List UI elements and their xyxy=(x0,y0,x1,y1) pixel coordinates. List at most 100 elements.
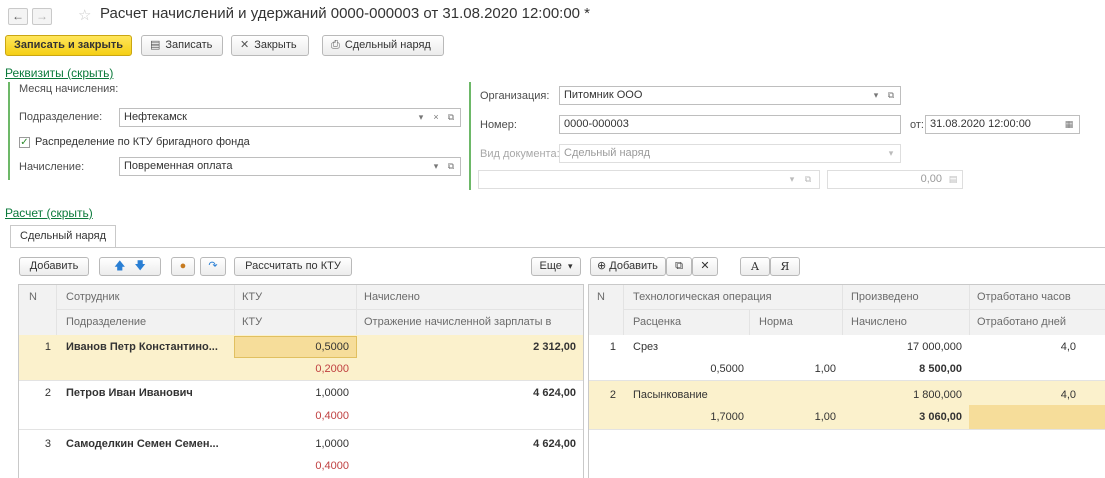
col-employee[interactable]: Сотрудник xyxy=(66,286,119,308)
op-row-1-hours[interactable]: 4,0 xyxy=(969,337,1076,357)
division-value: Нефтекамск xyxy=(124,111,187,123)
table-row-3-accrued[interactable]: 4 624,00 xyxy=(356,434,576,454)
op-row-2-accrued[interactable]: 3 060,00 xyxy=(842,407,962,427)
accrual-value: Повременная оплата xyxy=(124,160,233,172)
col-n[interactable]: N xyxy=(29,286,37,308)
more-button[interactable]: Еще ▾ xyxy=(531,257,581,276)
op-row-2-rate[interactable]: 1,7000 xyxy=(623,407,744,427)
op-row-2-hours[interactable]: 4,0 xyxy=(969,385,1076,405)
op-row-2-norm[interactable]: 1,00 xyxy=(749,407,836,427)
col-n[interactable]: N xyxy=(597,286,605,308)
col-hours[interactable]: Отработано часов xyxy=(977,286,1071,308)
sort-desc-button[interactable]: Я xyxy=(770,257,800,276)
table-row-3-employee[interactable]: Самоделкин Семен Семен... xyxy=(66,434,219,454)
close-button[interactable]: ✕ Закрыть xyxy=(231,35,309,56)
more-button-label: Еще xyxy=(539,260,562,272)
table-row-1-ktu[interactable]: 0,5000 xyxy=(234,337,349,357)
redo-arrow-icon: ↷ xyxy=(208,260,218,272)
col-ktu2[interactable]: КТУ xyxy=(242,311,262,333)
col-reflection[interactable]: Отражение начисленной зарплаты в xyxy=(364,311,551,333)
dropdown-icon[interactable]: ▾ xyxy=(869,87,883,104)
delete-button[interactable]: ✕ xyxy=(692,257,718,276)
open-icon[interactable]: ⧉ xyxy=(884,87,898,104)
requisites-toggle-link[interactable]: Реквизиты (скрыть) xyxy=(5,66,113,80)
save-icon: ▤ xyxy=(150,39,161,51)
refresh-button[interactable]: ↷ xyxy=(200,257,226,276)
organization-label: Организация: xyxy=(480,90,550,102)
col-operation[interactable]: Технологическая операция xyxy=(633,286,772,308)
dropdown-icon: ▾ xyxy=(789,174,795,184)
op-row-2-produced[interactable]: 1 800,000 xyxy=(842,385,962,405)
calculation-toggle-link[interactable]: Расчет (скрыть) xyxy=(5,206,93,220)
employees-table: N Сотрудник Подразделение КТУ КТУ Начисл… xyxy=(18,284,584,478)
dropdown-icon: ▾ xyxy=(888,148,894,158)
accrual-field[interactable]: Повременная оплата ▾ ⧉ xyxy=(119,157,461,176)
favorite-star-icon[interactable]: ☆ xyxy=(78,6,91,24)
division-field[interactable]: Нефтекамск ▾ × ⧉ xyxy=(119,108,461,127)
op-row-2-operation[interactable]: Пасынкование xyxy=(633,385,708,405)
op-row-1-n[interactable]: 1 xyxy=(589,337,616,357)
table-row-1-n[interactable]: 1 xyxy=(19,337,51,357)
op-row-1-operation[interactable]: Срез xyxy=(633,337,658,357)
col-days[interactable]: Отработано дней xyxy=(977,311,1066,333)
table-row-1-accrued[interactable]: 2 312,00 xyxy=(356,337,576,357)
op-row-1-produced[interactable]: 17 000,000 xyxy=(842,337,962,357)
op-row-1-rate[interactable]: 0,5000 xyxy=(623,359,744,379)
table-row-2-n[interactable]: 2 xyxy=(19,383,51,403)
print-piecework-label: Сдельный наряд xyxy=(344,39,431,51)
requisites-group-bar-right xyxy=(469,82,471,190)
move-up-icon[interactable]: 🡅 xyxy=(114,260,125,272)
move-down-icon[interactable]: 🡇 xyxy=(135,260,146,272)
users-button[interactable]: ● xyxy=(171,257,195,276)
col-produced[interactable]: Произведено xyxy=(851,286,919,308)
add-operation-button[interactable]: ⊕ Добавить xyxy=(590,257,666,276)
save-and-close-button[interactable]: Записать и закрыть xyxy=(5,35,132,56)
doc-type-label: Вид документа: xyxy=(480,148,560,160)
dropdown-icon[interactable]: ▾ xyxy=(429,158,443,175)
print-piecework-button[interactable]: ⎙ Сдельный наряд xyxy=(322,35,444,56)
open-icon[interactable]: ⧉ xyxy=(444,109,458,126)
clear-icon[interactable]: × xyxy=(429,109,443,126)
table-row-1-ktu2[interactable]: 0,2000 xyxy=(234,359,349,379)
move-buttons[interactable]: 🡅 🡇 xyxy=(99,257,161,276)
add-operation-label: Добавить xyxy=(609,260,658,272)
forward-button[interactable]: → xyxy=(32,8,52,25)
ktu-checkbox[interactable]: ✓ xyxy=(19,137,30,148)
col-ktu[interactable]: КТУ xyxy=(242,286,262,308)
table-row-3-ktu[interactable]: 1,0000 xyxy=(234,434,349,454)
open-icon: ⧉ xyxy=(804,174,812,184)
table-row-3-n[interactable]: 3 xyxy=(19,434,51,454)
copy-button[interactable]: ⧉ xyxy=(666,257,692,276)
dropdown-icon[interactable]: ▾ xyxy=(414,109,428,126)
table-row-2-ktu[interactable]: 1,0000 xyxy=(234,383,349,403)
col-division[interactable]: Подразделение xyxy=(66,311,146,333)
number-field[interactable]: 0000-000003 xyxy=(559,115,901,134)
back-button[interactable]: ← xyxy=(8,8,28,25)
col-op-accrued[interactable]: Начислено xyxy=(851,311,907,333)
tab-piecework[interactable]: Сдельный наряд xyxy=(10,225,117,248)
calendar-icon[interactable]: ▦ xyxy=(1062,116,1076,133)
add-circle-icon: ⊕ xyxy=(597,260,607,272)
doc-type-field: Сдельный наряд ▾ xyxy=(559,144,901,163)
users-icon: ● xyxy=(179,260,187,272)
organization-field[interactable]: Питомник ООО ▾ ⧉ xyxy=(559,86,901,105)
col-accrued[interactable]: Начислено xyxy=(364,286,420,308)
col-rate[interactable]: Расценка xyxy=(633,311,681,333)
date-field[interactable]: 31.08.2020 12:00:00 ▦ xyxy=(925,115,1080,134)
table-row-1-employee[interactable]: Иванов Петр Константино... xyxy=(66,337,218,357)
table-row-2-accrued[interactable]: 4 624,00 xyxy=(356,383,576,403)
calculate-by-ktu-button[interactable]: Рассчитать по КТУ xyxy=(234,257,352,276)
calculator-icon: ▤ xyxy=(948,174,958,184)
page-title: Расчет начислений и удержаний 0000-00000… xyxy=(100,5,591,22)
op-row-2-n[interactable]: 2 xyxy=(589,385,616,405)
save-button[interactable]: ▤ Записать xyxy=(141,35,223,56)
open-icon[interactable]: ⧉ xyxy=(444,158,458,175)
add-employee-button[interactable]: Добавить xyxy=(19,257,89,276)
col-norm[interactable]: Норма xyxy=(759,311,793,333)
op-row-1-norm[interactable]: 1,00 xyxy=(749,359,836,379)
op-row-1-accrued[interactable]: 8 500,00 xyxy=(842,359,962,379)
table-row-3-ktu2[interactable]: 0,4000 xyxy=(234,456,349,476)
table-row-2-employee[interactable]: Петров Иван Иванович xyxy=(66,383,193,403)
table-row-2-ktu2[interactable]: 0,4000 xyxy=(234,406,349,426)
sort-asc-button[interactable]: A xyxy=(740,257,770,276)
